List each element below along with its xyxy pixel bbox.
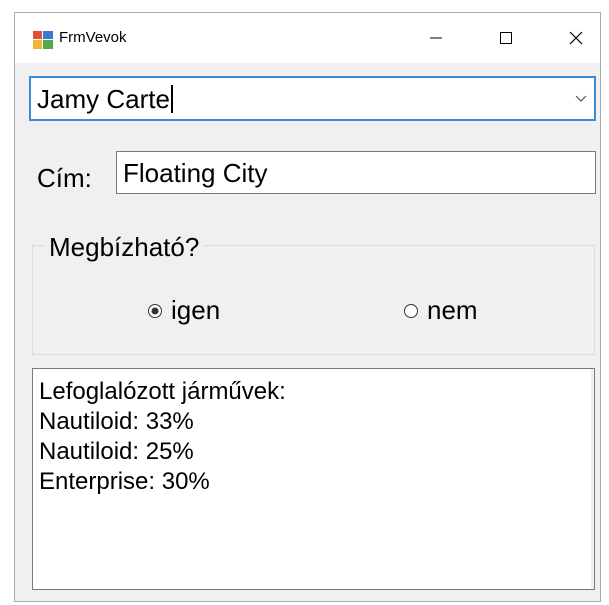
radio-checked-icon bbox=[148, 303, 162, 318]
minimize-button[interactable] bbox=[405, 17, 467, 59]
vehicle-line: Nautiloid: 33% bbox=[39, 408, 194, 435]
window-title: FrmVevok bbox=[59, 29, 127, 46]
vertical-scrollbar[interactable] bbox=[591, 369, 594, 589]
maximize-button[interactable] bbox=[475, 17, 537, 59]
radio-igen-label: igen bbox=[171, 295, 221, 325]
address-input-value: Floating City bbox=[123, 158, 268, 188]
radio-igen[interactable]: igen bbox=[147, 295, 220, 326]
minimize-icon bbox=[430, 37, 442, 39]
vehicle-line: Nautiloid: 25% bbox=[39, 438, 194, 465]
radio-unchecked-icon bbox=[404, 303, 418, 318]
customer-combobox-value: Jamy Carte bbox=[37, 84, 170, 114]
close-icon bbox=[569, 31, 583, 45]
vehicles-textbox[interactable]: Lefoglalózott járművek: Nautiloid: 33% N… bbox=[32, 368, 595, 590]
maximize-icon bbox=[500, 32, 512, 44]
chevron-down-icon[interactable] bbox=[574, 90, 588, 108]
close-button[interactable] bbox=[545, 17, 607, 59]
app-icon bbox=[33, 31, 53, 49]
customer-combobox[interactable]: Jamy Carte bbox=[29, 76, 596, 121]
vehicle-line: Enterprise: 30% bbox=[39, 468, 210, 495]
radio-nem-label: nem bbox=[427, 295, 478, 325]
form-window: FrmVevok Jamy Carte Cím: Floating City M… bbox=[14, 12, 601, 602]
address-label: Cím: bbox=[37, 163, 92, 193]
title-bar[interactable]: FrmVevok bbox=[15, 13, 600, 63]
address-input[interactable]: Floating City bbox=[116, 151, 596, 194]
text-caret bbox=[170, 85, 173, 113]
radio-nem[interactable]: nem bbox=[403, 295, 478, 326]
reliable-group-title: Megbízható? bbox=[45, 232, 204, 263]
vehicles-header-line: Lefoglalózott járművek: bbox=[39, 378, 286, 405]
